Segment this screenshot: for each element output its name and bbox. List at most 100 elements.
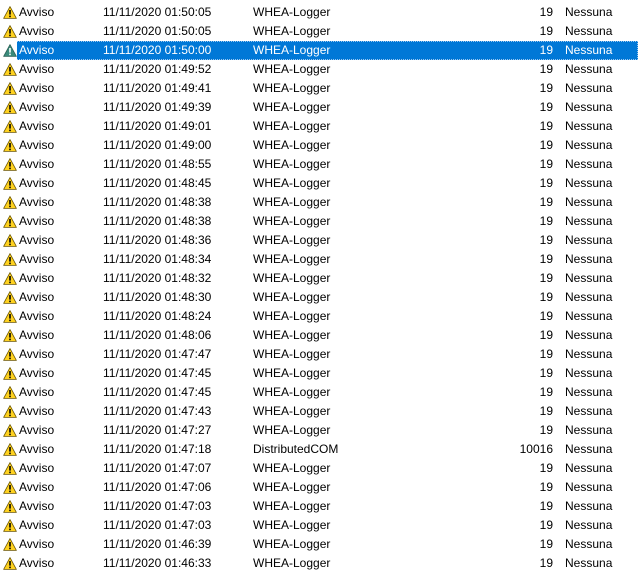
event-datetime: 11/11/2020 01:47:03 — [103, 499, 212, 513]
event-level: Avviso — [19, 100, 55, 114]
event-row[interactable]: Avviso 11/11/2020 01:48:45 WHEA-Logger 19 Ne… — [0, 174, 638, 193]
event-source: WHEA-Logger — [253, 423, 331, 437]
event-id: 19 — [539, 518, 553, 532]
event-id: 19 — [539, 176, 553, 190]
event-source: DistributedCOM — [253, 442, 339, 456]
event-row[interactable]: Avviso 11/11/2020 01:47:43 WHEA-Logger 19 Ne… — [0, 402, 638, 421]
event-row[interactable]: Avviso 11/11/2020 01:47:47 WHEA-Logger 19 Ne… — [0, 345, 638, 364]
event-category: Nessuna — [565, 537, 613, 551]
event-source: WHEA-Logger — [253, 233, 331, 247]
event-row[interactable]: Avviso 11/11/2020 01:48:06 WHEA-Logger 19 Ne… — [0, 326, 638, 345]
event-level: Avviso — [19, 499, 55, 513]
event-datetime: 11/11/2020 01:49:01 — [103, 119, 212, 133]
event-id: 19 — [539, 480, 553, 494]
warning-icon — [3, 481, 17, 494]
event-row[interactable]: Avviso 11/11/2020 01:48:38 WHEA-Logger 19 Ne… — [0, 212, 638, 231]
event-id: 19 — [539, 24, 553, 38]
warning-icon — [3, 329, 17, 342]
event-category: Nessuna — [565, 480, 613, 494]
warning-icon — [3, 82, 17, 95]
warning-icon — [3, 557, 17, 570]
warning-icon — [3, 500, 17, 513]
event-row[interactable]: Avviso 11/11/2020 01:46:39 WHEA-Logger 19 Ne… — [0, 535, 638, 554]
event-source: WHEA-Logger — [253, 404, 331, 418]
event-row[interactable]: Avviso 11/11/2020 01:48:38 WHEA-Logger 19 Ne… — [0, 193, 638, 212]
event-category: Nessuna — [565, 138, 613, 152]
event-row[interactable]: Avviso 11/11/2020 01:49:00 WHEA-Logger 19 Ne… — [0, 136, 638, 155]
event-row[interactable]: Avviso 11/11/2020 01:47:07 WHEA-Logger 19 Ne… — [0, 459, 638, 478]
event-level: Avviso — [19, 366, 55, 380]
event-category: Nessuna — [565, 233, 613, 247]
event-source: WHEA-Logger — [253, 366, 331, 380]
event-category: Nessuna — [565, 252, 613, 266]
event-level: Avviso — [19, 5, 55, 19]
event-level: Avviso — [19, 404, 55, 418]
warning-icon — [3, 443, 17, 456]
event-row[interactable]: Avviso 11/11/2020 01:48:34 WHEA-Logger 19 Ne… — [0, 250, 638, 269]
event-row[interactable]: Avviso 11/11/2020 01:49:01 WHEA-Logger 19 Ne… — [0, 117, 638, 136]
event-datetime: 11/11/2020 01:47:03 — [103, 518, 212, 532]
event-row[interactable]: Avviso 11/11/2020 01:47:06 WHEA-Logger 19 Ne… — [0, 478, 638, 497]
event-datetime: 11/11/2020 01:47:47 — [103, 347, 212, 361]
event-datetime: 11/11/2020 01:48:30 — [103, 290, 212, 304]
event-category: Nessuna — [565, 404, 613, 418]
event-source: WHEA-Logger — [253, 5, 331, 19]
event-level: Avviso — [19, 119, 55, 133]
event-datetime: 11/11/2020 01:47:45 — [103, 366, 212, 380]
event-datetime: 11/11/2020 01:49:52 — [103, 62, 212, 76]
event-row[interactable]: Avviso 11/11/2020 01:48:55 WHEA-Logger 19 Ne… — [0, 155, 638, 174]
event-id: 19 — [539, 157, 553, 171]
event-row[interactable]: Avviso 11/11/2020 01:47:03 WHEA-Logger 19 Ne… — [0, 516, 638, 535]
event-category: Nessuna — [565, 5, 613, 19]
event-source: WHEA-Logger — [253, 81, 331, 95]
event-datetime: 11/11/2020 01:49:39 — [103, 100, 212, 114]
event-source: WHEA-Logger — [253, 461, 331, 475]
event-row[interactable]: Avviso 11/11/2020 01:46:33 WHEA-Logger 19 Ne… — [0, 554, 638, 573]
event-row[interactable]: Avviso 11/11/2020 01:48:36 WHEA-Logger 19 Ne… — [0, 231, 638, 250]
event-source: WHEA-Logger — [253, 119, 331, 133]
event-source: WHEA-Logger — [253, 499, 331, 513]
warning-icon — [3, 424, 17, 437]
event-row[interactable]: Avviso 11/11/2020 01:47:45 WHEA-Logger 19 Ne… — [0, 364, 638, 383]
event-category: Nessuna — [565, 423, 613, 437]
event-row[interactable]: Avviso 11/11/2020 01:50:05 WHEA-Logger 19 Ne… — [0, 22, 638, 41]
event-row[interactable]: Avviso 11/11/2020 01:47:27 WHEA-Logger 19 Ne… — [0, 421, 638, 440]
event-source: WHEA-Logger — [253, 385, 331, 399]
event-row[interactable]: Avviso 11/11/2020 01:50:05 WHEA-Logger 19 Ne… — [0, 3, 638, 22]
event-datetime: 11/11/2020 01:50:00 — [103, 43, 212, 57]
event-level: Avviso — [19, 62, 55, 76]
event-id: 19 — [539, 290, 553, 304]
event-row[interactable]: Avviso 11/11/2020 01:47:03 WHEA-Logger 19 Ne… — [0, 497, 638, 516]
event-row[interactable]: Avviso 11/11/2020 01:49:41 WHEA-Logger 19 Ne… — [0, 79, 638, 98]
event-datetime: 11/11/2020 01:47:27 — [103, 423, 212, 437]
event-row[interactable]: Avviso 11/11/2020 01:48:24 WHEA-Logger 19 Ne… — [0, 307, 638, 326]
event-level: Avviso — [19, 328, 55, 342]
event-level: Avviso — [19, 442, 55, 456]
warning-icon — [3, 6, 17, 19]
warning-icon — [3, 196, 17, 209]
event-id: 19 — [539, 252, 553, 266]
event-source: WHEA-Logger — [253, 290, 331, 304]
warning-icon — [3, 25, 17, 38]
event-row[interactable]: Avviso 11/11/2020 01:48:30 WHEA-Logger 19 Ne… — [0, 288, 638, 307]
event-datetime: 11/11/2020 01:50:05 — [103, 5, 212, 19]
event-source: WHEA-Logger — [253, 518, 331, 532]
event-datetime: 11/11/2020 01:48:38 — [103, 214, 212, 228]
event-row[interactable]: Avviso 11/11/2020 01:50:00 WHEA-Logger 19 Ne… — [0, 41, 638, 60]
event-source: WHEA-Logger — [253, 157, 331, 171]
event-level: Avviso — [19, 252, 55, 266]
event-level: Avviso — [19, 556, 55, 570]
event-row[interactable]: Avviso 11/11/2020 01:48:32 WHEA-Logger 19 Ne… — [0, 269, 638, 288]
event-row[interactable]: Avviso 11/11/2020 01:49:52 WHEA-Logger 19 Ne… — [0, 60, 638, 79]
event-row[interactable]: Avviso 11/11/2020 01:47:18 DistributedCOM 1… — [0, 440, 638, 459]
event-level: Avviso — [19, 461, 55, 475]
event-row[interactable]: Avviso 11/11/2020 01:47:45 WHEA-Logger 19 Ne… — [0, 383, 638, 402]
event-id: 19 — [539, 138, 553, 152]
event-source: WHEA-Logger — [253, 347, 331, 361]
event-list[interactable]: Avviso 11/11/2020 01:50:05 WHEA-Logger 19 Ne… — [0, 3, 638, 573]
event-id: 19 — [539, 537, 553, 551]
event-row[interactable]: Avviso 11/11/2020 01:49:39 WHEA-Logger 19 Ne… — [0, 98, 638, 117]
event-source: WHEA-Logger — [253, 176, 331, 190]
event-datetime: 11/11/2020 01:48:24 — [103, 309, 212, 323]
event-category: Nessuna — [565, 328, 613, 342]
